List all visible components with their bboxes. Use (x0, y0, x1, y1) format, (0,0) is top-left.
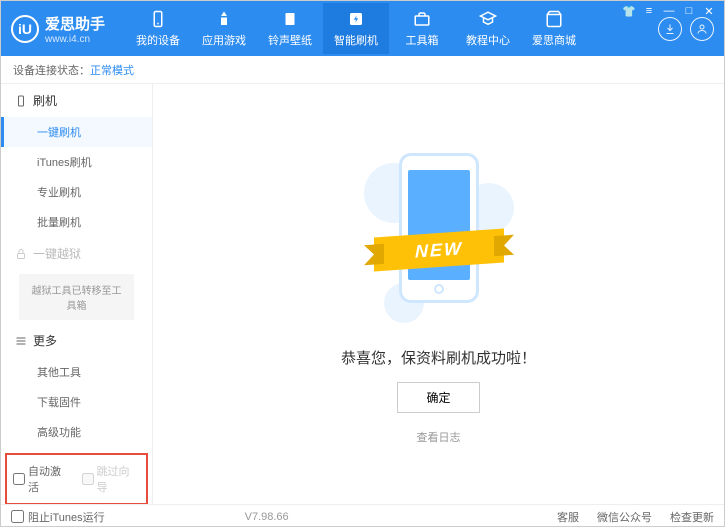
download-button[interactable] (658, 17, 682, 41)
status-value: 正常模式 (90, 62, 134, 78)
nav-label: 爱思商城 (532, 32, 576, 48)
block-itunes-checkbox[interactable]: 阻止iTunes运行 (11, 509, 105, 525)
app-title: 爱思助手 (45, 13, 105, 34)
nav-label: 教程中心 (466, 32, 510, 48)
status-label: 设备连接状态： (13, 62, 90, 78)
block-itunes-input[interactable] (11, 510, 24, 523)
options-box: 自动激活 跳过向导 (5, 453, 148, 504)
sidebar-item-pro[interactable]: 专业刷机 (1, 177, 152, 207)
footer-update-link[interactable]: 检查更新 (670, 509, 714, 525)
checkbox-label: 自动激活 (28, 463, 72, 495)
sidebar-item-firmware[interactable]: 下载固件 (1, 387, 152, 417)
footer-wechat-link[interactable]: 微信公众号 (597, 509, 652, 525)
nav-tutorial[interactable]: 教程中心 (455, 3, 521, 54)
nav-label: 我的设备 (136, 32, 180, 48)
close-button[interactable]: ✕ (702, 5, 716, 18)
sidebar: 刷机 一键刷机 iTunes刷机 专业刷机 批量刷机 一键越狱 越狱工具已转移至… (1, 84, 153, 504)
top-nav: 我的设备 应用游戏 铃声壁纸 智能刷机 工具箱 教程中心 爱思商城 (125, 3, 650, 54)
success-illustration: NEW (364, 143, 514, 323)
flash-cat-icon (15, 95, 27, 107)
app-header: iU 爱思助手 www.i4.cn 我的设备 应用游戏 铃声壁纸 智能刷机 工具… (1, 1, 724, 56)
skin-button[interactable]: 👕 (622, 5, 636, 18)
nav-label: 铃声壁纸 (268, 32, 312, 48)
ringtone-icon (280, 9, 300, 29)
sidebar-cat-label: 更多 (33, 332, 57, 349)
sidebar-cat-label: 刷机 (33, 92, 57, 109)
nav-ringtone[interactable]: 铃声壁纸 (257, 3, 323, 54)
sidebar-item-itunes[interactable]: iTunes刷机 (1, 147, 152, 177)
logo-icon: iU (11, 15, 39, 43)
auto-activate-input[interactable] (13, 473, 25, 485)
logo: iU 爱思助手 www.i4.cn (11, 13, 105, 45)
nav-my-device[interactable]: 我的设备 (125, 3, 191, 54)
minimize-button[interactable]: ― (662, 5, 676, 18)
more-icon (15, 335, 27, 347)
footer: 阻止iTunes运行 V7.98.66 客服 微信公众号 检查更新 (1, 504, 724, 528)
nav-label: 应用游戏 (202, 32, 246, 48)
device-icon (148, 9, 168, 29)
status-bar: 设备连接状态： 正常模式 (1, 56, 724, 84)
checkbox-label: 跳过向导 (97, 463, 141, 495)
nav-flash[interactable]: 智能刷机 (323, 3, 389, 54)
maximize-button[interactable]: □ (682, 5, 696, 18)
new-ribbon: NEW (374, 228, 504, 271)
tutorial-icon (478, 9, 498, 29)
footer-support-link[interactable]: 客服 (557, 509, 579, 525)
sidebar-cat-flash[interactable]: 刷机 (1, 84, 152, 117)
nav-label: 工具箱 (406, 32, 439, 48)
jailbreak-note: 越狱工具已转移至工具箱 (19, 274, 134, 320)
success-message: 恭喜您，保资料刷机成功啦！ (341, 347, 536, 368)
app-url: www.i4.cn (45, 34, 105, 45)
sidebar-item-other[interactable]: 其他工具 (1, 357, 152, 387)
sidebar-item-advanced[interactable]: 高级功能 (1, 417, 152, 447)
view-log-link[interactable]: 查看日志 (417, 429, 461, 445)
menu-button[interactable]: ≡ (642, 5, 656, 18)
skip-guide-checkbox: 跳过向导 (82, 463, 141, 495)
checkbox-label: 阻止iTunes运行 (28, 509, 105, 525)
user-button[interactable] (690, 17, 714, 41)
nav-toolbox[interactable]: 工具箱 (389, 3, 455, 54)
sidebar-item-batch[interactable]: 批量刷机 (1, 207, 152, 237)
flash-icon (346, 9, 366, 29)
toolbox-icon (412, 9, 432, 29)
sidebar-cat-jailbreak: 一键越狱 (1, 237, 152, 270)
main-content: NEW 恭喜您，保资料刷机成功啦！ 确定 查看日志 (153, 84, 724, 504)
sidebar-cat-more[interactable]: 更多 (1, 324, 152, 357)
auto-activate-checkbox[interactable]: 自动激活 (13, 463, 72, 495)
sidebar-cat-label: 一键越狱 (33, 245, 81, 262)
lock-icon (15, 248, 27, 260)
apps-icon (214, 9, 234, 29)
nav-apps[interactable]: 应用游戏 (191, 3, 257, 54)
nav-store[interactable]: 爱思商城 (521, 3, 587, 54)
sidebar-item-oneclick[interactable]: 一键刷机 (1, 117, 152, 147)
store-icon (544, 9, 564, 29)
version-label: V7.98.66 (245, 511, 289, 523)
nav-label: 智能刷机 (334, 32, 378, 48)
ok-button[interactable]: 确定 (397, 382, 479, 413)
skip-guide-input (82, 473, 94, 485)
